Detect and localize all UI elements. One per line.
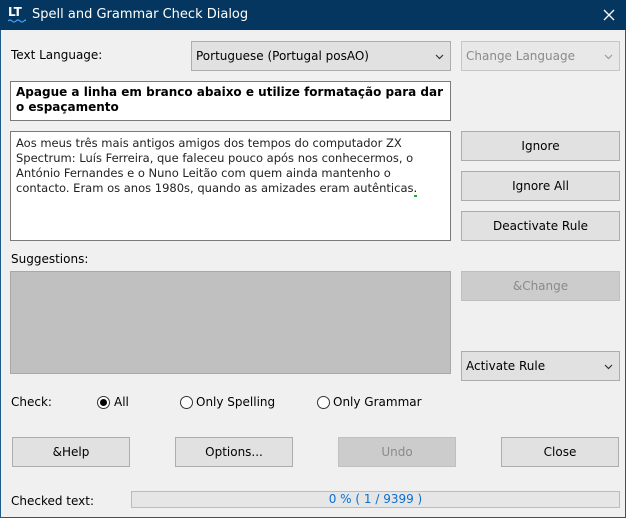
- window-close-button[interactable]: [598, 5, 620, 25]
- chevron-down-icon: [604, 54, 613, 60]
- change-language-select[interactable]: Change Language: [461, 41, 620, 71]
- check-label: Check:: [11, 395, 52, 409]
- window-title: Spell and Grammar Check Dialog: [32, 7, 249, 22]
- title-bar: LT Spell and Grammar Check Dialog: [0, 0, 626, 30]
- logo-wave-icon: [8, 19, 26, 23]
- sentence-error-mark[interactable]: .: [413, 181, 418, 197]
- progress-text: 0 % ( 1 / 9399 ): [328, 492, 423, 506]
- error-message-box: Apague a linha em branco abaixo e utiliz…: [10, 81, 451, 121]
- sentence-text: Aos meus três mais antigos amigos dos te…: [16, 136, 414, 195]
- help-button[interactable]: &Help: [12, 437, 130, 467]
- ignore-all-button[interactable]: Ignore All: [461, 171, 620, 201]
- suggestions-label: Suggestions:: [11, 252, 89, 266]
- radio-all[interactable]: [97, 396, 110, 409]
- change-button[interactable]: &Change: [461, 271, 620, 301]
- radio-only-grammar-label[interactable]: Only Grammar: [333, 395, 422, 409]
- app-logo: LT: [8, 5, 26, 25]
- language-select-value: Portuguese (Portugal posAO): [196, 49, 369, 63]
- error-message-text: Apague a linha em branco abaixo e utiliz…: [16, 85, 444, 114]
- activate-rule-select[interactable]: Activate Rule: [461, 351, 620, 381]
- radio-all-label[interactable]: All: [114, 395, 129, 409]
- app-logo-text: LT: [8, 5, 22, 19]
- checked-text-label: Checked text:: [11, 494, 95, 508]
- change-language-label: Change Language: [466, 49, 575, 63]
- radio-only-spelling-label[interactable]: Only Spelling: [196, 395, 275, 409]
- activate-rule-value: Activate Rule: [466, 359, 546, 373]
- chevron-down-icon: [435, 54, 444, 60]
- language-select[interactable]: Portuguese (Portugal posAO): [191, 41, 451, 71]
- progress-bar: 0 % ( 1 / 9399 ): [131, 491, 620, 508]
- radio-only-spelling[interactable]: [180, 396, 193, 409]
- close-icon: [603, 9, 615, 21]
- radio-only-grammar[interactable]: [317, 396, 330, 409]
- suggestions-list[interactable]: [10, 271, 451, 374]
- sentence-box[interactable]: Aos meus três mais antigos amigos dos te…: [10, 131, 451, 241]
- undo-button[interactable]: Undo: [338, 437, 456, 467]
- close-button[interactable]: Close: [501, 437, 619, 467]
- ignore-button[interactable]: Ignore: [461, 131, 620, 161]
- radio-selected-dot: [100, 399, 107, 406]
- text-language-label: Text Language:: [11, 48, 103, 62]
- chevron-down-icon: [604, 364, 613, 370]
- deactivate-rule-button[interactable]: Deactivate Rule: [461, 211, 620, 241]
- options-button[interactable]: Options...: [175, 437, 293, 467]
